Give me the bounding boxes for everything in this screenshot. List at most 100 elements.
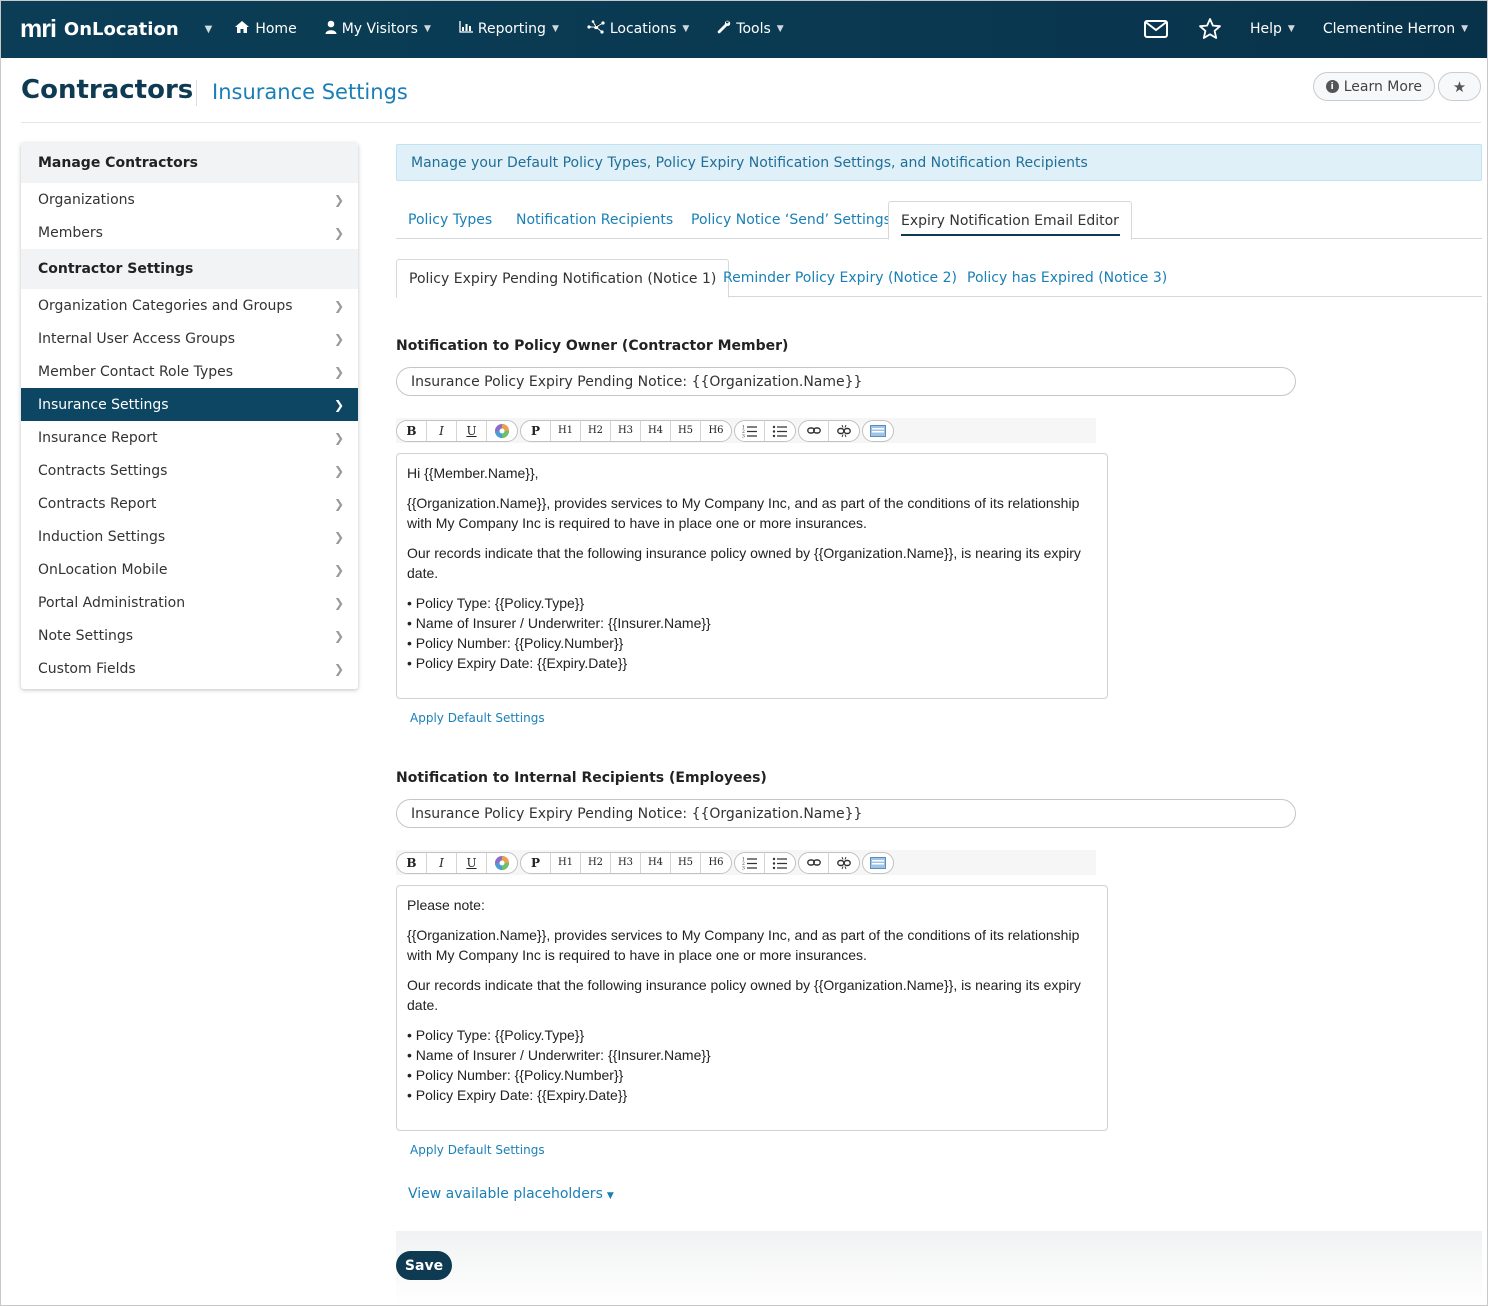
ordered-list-icon: 123: [742, 856, 757, 870]
sidebar-item-note-settings[interactable]: Note Settings ❯: [21, 619, 358, 652]
chevron-down-icon[interactable]: ▼: [205, 24, 213, 35]
h6-button[interactable]: H6: [701, 421, 731, 441]
learn-more-button[interactable]: i Learn More: [1312, 72, 1435, 101]
h6-button[interactable]: H6: [701, 853, 731, 873]
bar-chart-icon: [459, 21, 473, 37]
sidebar-item-insurance-settings[interactable]: Insurance Settings ❯: [21, 388, 358, 421]
view-placeholders-dropdown[interactable]: View available placeholders ▼: [408, 1186, 614, 1202]
h2-button[interactable]: H2: [581, 420, 611, 441]
email-greeting: Hi {{Member.Name}},: [407, 465, 539, 481]
tab-notice-3[interactable]: Policy has Expired (Notice 3): [967, 259, 1167, 297]
sidebar-item-member-contact-role-types[interactable]: Member Contact Role Types ❯: [21, 355, 358, 388]
ordered-list-button[interactable]: 123: [735, 852, 765, 873]
format-group: B I U: [396, 851, 518, 874]
italic-button[interactable]: I: [427, 420, 457, 441]
sidebar-item-organizations[interactable]: Organizations ❯: [21, 183, 358, 216]
top-navbar: mri OnLocation ▼ Home My Visitors ▼ Repo…: [0, 0, 1488, 58]
heading-group: P H1 H2 H3 H4 H5 H6: [520, 851, 732, 874]
view-placeholders-label: View available placeholders: [408, 1186, 603, 1202]
sidebar-item-portal-administration[interactable]: Portal Administration ❯: [21, 586, 358, 619]
list-group: 123: [734, 419, 796, 442]
nav-locations-label: Locations: [609, 21, 677, 37]
nav-tools-label: Tools: [736, 21, 771, 37]
sidebar-item-contracts-settings[interactable]: Contracts Settings ❯: [21, 454, 358, 487]
sidebar-item-label: Contracts Settings: [38, 462, 168, 479]
tab-notice-1[interactable]: Policy Expiry Pending Notification (Noti…: [396, 259, 730, 298]
internal-subject-input[interactable]: Insurance Policy Expiry Pending Notice: …: [396, 799, 1296, 828]
owner-subject-input[interactable]: Insurance Policy Expiry Pending Notice: …: [396, 367, 1296, 396]
sidebar-item-label: Insurance Report: [38, 429, 158, 446]
sidebar-item-label: Contracts Report: [38, 495, 157, 512]
link-button[interactable]: [799, 852, 829, 873]
bullet-list-button[interactable]: [765, 853, 795, 873]
star-outline-icon[interactable]: [1196, 15, 1224, 43]
h5-button[interactable]: H5: [671, 420, 701, 441]
sidebar-item-members[interactable]: Members ❯: [21, 216, 358, 249]
h5-button[interactable]: H5: [671, 852, 701, 873]
html-source-button[interactable]: [863, 853, 893, 873]
underline-button[interactable]: U: [457, 852, 487, 873]
email-list-item: • Policy Number: {{Policy.Number}}: [407, 635, 624, 651]
tab-expiry-notification-email-editor[interactable]: Expiry Notification Email Editor: [888, 201, 1132, 240]
bold-button[interactable]: B: [397, 852, 427, 873]
paragraph-button[interactable]: P: [521, 852, 551, 873]
sidebar-item-organization-categories[interactable]: Organization Categories and Groups ❯: [21, 289, 358, 322]
sidebar-section-contractor-settings: Contractor Settings: [21, 249, 358, 289]
color-button[interactable]: [487, 853, 517, 873]
tab-policy-notice-send-settings[interactable]: Policy Notice ‘Send’ Settings: [691, 201, 891, 239]
tab-notice-2[interactable]: Reminder Policy Expiry (Notice 2): [723, 259, 957, 297]
internal-email-editor[interactable]: Please note: {{Organization.Name}}, prov…: [396, 885, 1108, 1131]
bullet-list-button[interactable]: [765, 421, 795, 441]
underline-button[interactable]: U: [457, 420, 487, 441]
paragraph-button[interactable]: P: [521, 420, 551, 441]
ordered-list-button[interactable]: 123: [735, 420, 765, 441]
nav-locations[interactable]: Locations ▼: [587, 20, 689, 38]
chevron-down-icon: ▼: [1287, 24, 1295, 34]
h4-button[interactable]: H4: [641, 420, 671, 441]
favorite-button[interactable]: ★: [1438, 72, 1481, 101]
nav-help[interactable]: Help ▼: [1250, 21, 1295, 37]
unlink-button[interactable]: [829, 421, 859, 441]
heading-group: P H1 H2 H3 H4 H5 H6: [520, 419, 732, 442]
nav-home[interactable]: Home: [234, 20, 297, 38]
tab-policy-types[interactable]: Policy Types: [408, 201, 492, 239]
sidebar-item-induction-settings[interactable]: Induction Settings ❯: [21, 520, 358, 553]
sidebar-item-contracts-report[interactable]: Contracts Report ❯: [21, 487, 358, 520]
brand[interactable]: mri OnLocation ▼: [20, 15, 212, 44]
sidebar-item-custom-fields[interactable]: Custom Fields ❯: [21, 652, 358, 685]
h3-button[interactable]: H3: [611, 420, 641, 441]
chevron-right-icon: ❯: [333, 364, 344, 379]
sidebar-item-internal-user-access-groups[interactable]: Internal User Access Groups ❯: [21, 322, 358, 355]
sidebar-item-onlocation-mobile[interactable]: OnLocation Mobile ❯: [21, 553, 358, 586]
tab-notification-recipients[interactable]: Notification Recipients: [516, 201, 673, 239]
unlink-button[interactable]: [829, 853, 859, 873]
ordered-list-icon: 123: [742, 424, 757, 438]
user-menu[interactable]: Clementine Herron ▼: [1323, 21, 1468, 37]
h1-button[interactable]: H1: [551, 420, 581, 441]
html-source-button[interactable]: [863, 421, 893, 441]
save-button[interactable]: Save: [396, 1251, 452, 1280]
user-icon: [325, 20, 337, 38]
color-button[interactable]: [487, 421, 517, 441]
chevron-right-icon: ❯: [333, 298, 344, 313]
h2-button[interactable]: H2: [581, 852, 611, 873]
nav-reporting[interactable]: Reporting ▼: [459, 21, 559, 37]
h4-button[interactable]: H4: [641, 852, 671, 873]
email-greeting: Please note:: [407, 897, 485, 913]
h1-button[interactable]: H1: [551, 852, 581, 873]
internal-apply-default-link[interactable]: Apply Default Settings: [410, 1143, 545, 1157]
sidebar-item-label: Internal User Access Groups: [38, 330, 236, 347]
sidebar-item-insurance-report[interactable]: Insurance Report ❯: [21, 421, 358, 454]
nav-tools[interactable]: Tools ▼: [717, 20, 784, 38]
bold-button[interactable]: B: [397, 420, 427, 441]
mail-icon[interactable]: [1142, 15, 1170, 43]
nav-my-visitors[interactable]: My Visitors ▼: [325, 20, 431, 38]
owner-email-editor[interactable]: Hi {{Member.Name}}, {{Organization.Name}…: [396, 453, 1108, 699]
h3-button[interactable]: H3: [611, 852, 641, 873]
sidebar-item-label: Insurance Settings: [38, 396, 169, 413]
italic-button[interactable]: I: [427, 852, 457, 873]
link-button[interactable]: [799, 420, 829, 441]
chevron-down-icon: ▼: [1461, 24, 1468, 34]
email-list-item: • Name of Insurer / Underwriter: {{Insur…: [407, 1047, 711, 1063]
owner-apply-default-link[interactable]: Apply Default Settings: [410, 711, 545, 725]
